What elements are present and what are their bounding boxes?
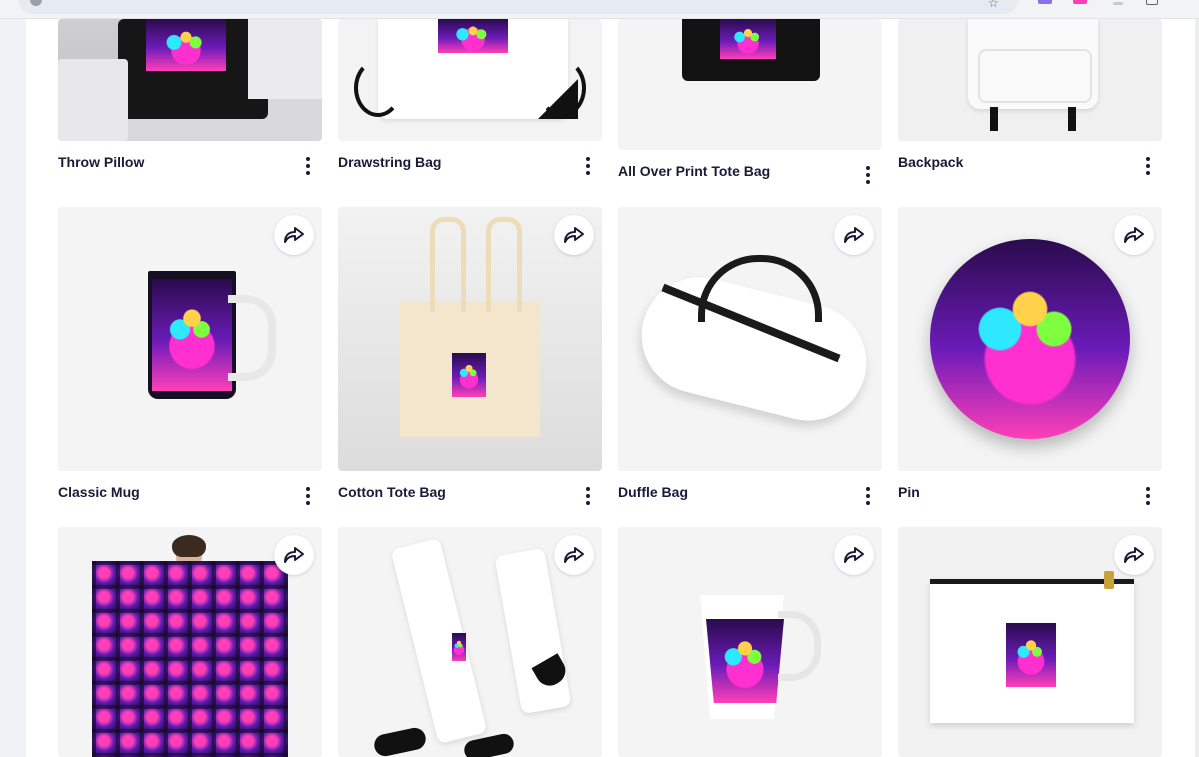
product-image[interactable]: [618, 19, 882, 150]
share-icon: [1124, 547, 1144, 563]
scrollbar[interactable]: [1195, 19, 1199, 757]
product-title[interactable]: Pin: [898, 484, 920, 500]
browser-toolbar: ☆: [0, 0, 1199, 19]
product-title[interactable]: Duffle Bag: [618, 484, 688, 500]
product-title[interactable]: Classic Mug: [58, 484, 140, 500]
share-button[interactable]: [274, 535, 314, 575]
share-button[interactable]: [554, 215, 594, 255]
product-title[interactable]: Cotton Tote Bag: [338, 484, 446, 500]
share-icon: [1124, 227, 1144, 243]
window-icon[interactable]: [1146, 0, 1158, 5]
star-icon[interactable]: ☆: [988, 0, 999, 10]
more-options-icon[interactable]: [863, 166, 873, 184]
more-options-icon[interactable]: [583, 487, 593, 505]
share-button[interactable]: [274, 215, 314, 255]
product-image[interactable]: [58, 19, 322, 141]
extension-icon[interactable]: [1073, 0, 1087, 4]
share-icon: [284, 227, 304, 243]
more-options-icon[interactable]: [1143, 487, 1153, 505]
share-icon: [564, 547, 584, 563]
share-icon: [284, 547, 304, 563]
product-title[interactable]: All Over Print Tote Bag: [618, 163, 770, 179]
more-options-icon[interactable]: [863, 487, 873, 505]
product-grid-page: Throw Pillow Drawstring Bag All Over Pri…: [26, 19, 1199, 757]
product-title[interactable]: Throw Pillow: [58, 154, 144, 170]
extension-icon[interactable]: [1038, 0, 1052, 4]
share-icon: [564, 227, 584, 243]
product-title[interactable]: Backpack: [898, 154, 963, 170]
share-button[interactable]: [1114, 535, 1154, 575]
product-image[interactable]: [338, 19, 602, 141]
more-options-icon[interactable]: [303, 487, 313, 505]
product-title[interactable]: Drawstring Bag: [338, 154, 441, 170]
share-button[interactable]: [834, 215, 874, 255]
product-image[interactable]: [898, 19, 1162, 141]
more-options-icon[interactable]: [303, 157, 313, 175]
more-options-icon[interactable]: [583, 157, 593, 175]
share-button[interactable]: [1114, 215, 1154, 255]
extension-icon[interactable]: [1113, 2, 1123, 5]
share-button[interactable]: [834, 535, 874, 575]
share-icon: [844, 547, 864, 563]
share-button[interactable]: [554, 535, 594, 575]
share-icon: [844, 227, 864, 243]
more-options-icon[interactable]: [1143, 157, 1153, 175]
address-bar[interactable]: [18, 0, 1018, 14]
